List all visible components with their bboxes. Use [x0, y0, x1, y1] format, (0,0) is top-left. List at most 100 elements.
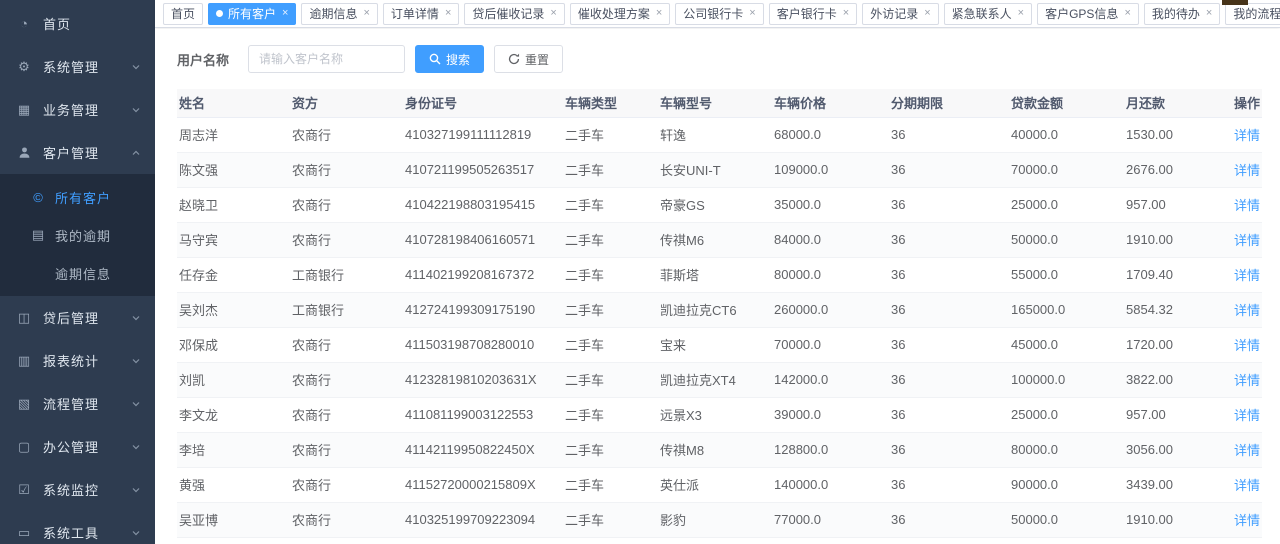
reset-button[interactable]: 重置 — [494, 45, 563, 73]
cell-term: 36 — [889, 362, 1009, 397]
cell-name: 吴亚博 — [177, 502, 290, 537]
sidebar-item-label: 首页 — [43, 14, 141, 33]
sidebar-item[interactable]: ▥报表统计 — [0, 339, 155, 382]
sidebar-item[interactable]: ◔首页 — [0, 2, 155, 45]
main-content: 用户名称 搜索 重置 姓名资 — [155, 29, 1280, 544]
cell-monthly-payment: 3056.00 — [1124, 432, 1217, 467]
cell-term: 36 — [889, 222, 1009, 257]
detail-link[interactable]: 详情 — [1234, 443, 1260, 458]
sidebar-item[interactable]: ◫贷后管理 — [0, 296, 155, 339]
cell-term: 36 — [889, 292, 1009, 327]
detail-link[interactable]: 详情 — [1234, 198, 1260, 213]
tab-close-icon[interactable]: × — [1206, 8, 1212, 19]
cell-name: 任存金 — [177, 257, 290, 292]
sidebar-item[interactable]: ⚙系统管理 — [0, 45, 155, 88]
cell-vehicle-type: 二手车 — [563, 187, 658, 222]
cell-id-number: 412724199309175190 — [403, 292, 563, 327]
sidebar-item-label: 流程管理 — [43, 394, 131, 413]
tab-close-icon[interactable]: × — [656, 8, 662, 19]
tab[interactable]: 所有客户× — [208, 3, 296, 25]
search-icon — [429, 53, 441, 65]
chevron-down-icon — [131, 399, 141, 409]
sidebar-subitem[interactable]: 逾期信息 — [0, 254, 155, 292]
column-header: 车辆型号 — [658, 89, 772, 117]
column-header: 月还款 — [1124, 89, 1217, 117]
cell-action: 详情 — [1217, 327, 1262, 362]
tab[interactable]: 订单详情× — [383, 3, 459, 25]
sidebar-item[interactable]: 客户管理 — [0, 131, 155, 174]
tab-close-icon[interactable]: × — [1018, 8, 1024, 19]
tab-label: 首页 — [171, 5, 195, 22]
sidebar-subitem[interactable]: ©所有客户 — [0, 178, 155, 216]
sidebar-item[interactable]: ▭系统工具 — [0, 511, 155, 544]
customer-name-input[interactable] — [248, 45, 405, 73]
detail-link[interactable]: 详情 — [1234, 163, 1260, 178]
detail-link[interactable]: 详情 — [1234, 408, 1260, 423]
cell-monthly-payment: 957.00 — [1124, 397, 1217, 432]
sidebar-item-label: 办公管理 — [43, 437, 131, 456]
cell-funder: 农商行 — [290, 152, 403, 187]
tab-close-icon[interactable]: × — [282, 8, 288, 19]
search-button[interactable]: 搜索 — [415, 45, 484, 73]
detail-link[interactable]: 详情 — [1234, 338, 1260, 353]
tab[interactable]: 外访记录× — [862, 3, 938, 25]
detail-link[interactable]: 详情 — [1234, 303, 1260, 318]
detail-link[interactable]: 详情 — [1234, 268, 1260, 283]
cell-vehicle-type: 二手车 — [563, 292, 658, 327]
monitor-icon: ☑ — [16, 482, 32, 498]
tab[interactable]: 客户GPS信息× — [1037, 3, 1139, 25]
cell-vehicle-model: 影豹 — [658, 502, 772, 537]
tab-close-icon[interactable]: × — [924, 8, 930, 19]
cell-monthly-payment: 1720.00 — [1124, 327, 1217, 362]
tab[interactable]: 首页 — [163, 3, 203, 25]
sidebar-item[interactable]: ▧流程管理 — [0, 382, 155, 425]
sidebar-item[interactable]: ▢办公管理 — [0, 425, 155, 468]
tab[interactable]: 催收处理方案× — [570, 3, 670, 25]
cell-loan-amount: 25000.0 — [1009, 187, 1124, 222]
tab[interactable]: 逾期信息× — [301, 3, 377, 25]
sidebar-item[interactable]: ▦业务管理 — [0, 88, 155, 131]
tab-close-icon[interactable]: × — [843, 8, 849, 19]
tab-close-icon[interactable]: × — [550, 8, 556, 19]
search-button-label: 搜索 — [446, 51, 470, 68]
search-field-label: 用户名称 — [177, 50, 229, 69]
column-header: 车辆类型 — [563, 89, 658, 117]
chevron-down-icon — [131, 528, 141, 538]
detail-link[interactable]: 详情 — [1234, 373, 1260, 388]
columns-icon: ◫ — [16, 310, 32, 326]
cell-vehicle-model: 远景X3 — [658, 397, 772, 432]
tab[interactable]: 客户银行卡× — [769, 3, 857, 25]
tab[interactable]: 我的流程× — [1225, 3, 1280, 25]
cell-funder: 工商银行 — [290, 292, 403, 327]
table-row: 李文龙农商行411081199003122553二手车远景X339000.036… — [177, 397, 1262, 432]
cell-vehicle-model: 轩逸 — [658, 117, 772, 152]
table-row: 吴亚博农商行410325199709223094二手车影豹77000.03650… — [177, 502, 1262, 537]
table-row: 邓保成农商行411503198708280010二手车宝来70000.03645… — [177, 327, 1262, 362]
column-header: 分期期限 — [889, 89, 1009, 117]
tab-close-icon[interactable]: × — [1124, 8, 1130, 19]
cell-vehicle-type: 二手车 — [563, 397, 658, 432]
tab-close-icon[interactable]: × — [363, 8, 369, 19]
detail-link[interactable]: 详情 — [1234, 128, 1260, 143]
detail-link[interactable]: 详情 — [1234, 513, 1260, 528]
column-header: 资方 — [290, 89, 403, 117]
tab[interactable]: 我的待办× — [1144, 3, 1220, 25]
sidebar-item-label: 报表统计 — [43, 351, 131, 370]
top-right-artifact — [1222, 0, 1248, 5]
tab-close-icon[interactable]: × — [749, 8, 755, 19]
tab[interactable]: 紧急联系人× — [944, 3, 1032, 25]
sidebar-subitem[interactable]: ▤我的逾期 — [0, 216, 155, 254]
cell-vehicle-model: 长安UNI-T — [658, 152, 772, 187]
tab[interactable]: 公司银行卡× — [675, 3, 763, 25]
table-row: 刘凯农商行41232819810203631X二手车凯迪拉克XT4142000.… — [177, 362, 1262, 397]
tab[interactable]: 贷后催收记录× — [464, 3, 564, 25]
sidebar-item[interactable]: ☑ 系统监控 — [0, 468, 155, 511]
cell-name: 马守宾 — [177, 222, 290, 257]
detail-link[interactable]: 详情 — [1234, 233, 1260, 248]
detail-link[interactable]: 详情 — [1234, 478, 1260, 493]
cell-name: 王书民 — [177, 537, 290, 544]
cell-term: 36 — [889, 327, 1009, 362]
sidebar-item-label: 系统监控 — [43, 480, 131, 499]
cell-id-number: 411402199208167372 — [403, 257, 563, 292]
tab-close-icon[interactable]: × — [445, 8, 451, 19]
